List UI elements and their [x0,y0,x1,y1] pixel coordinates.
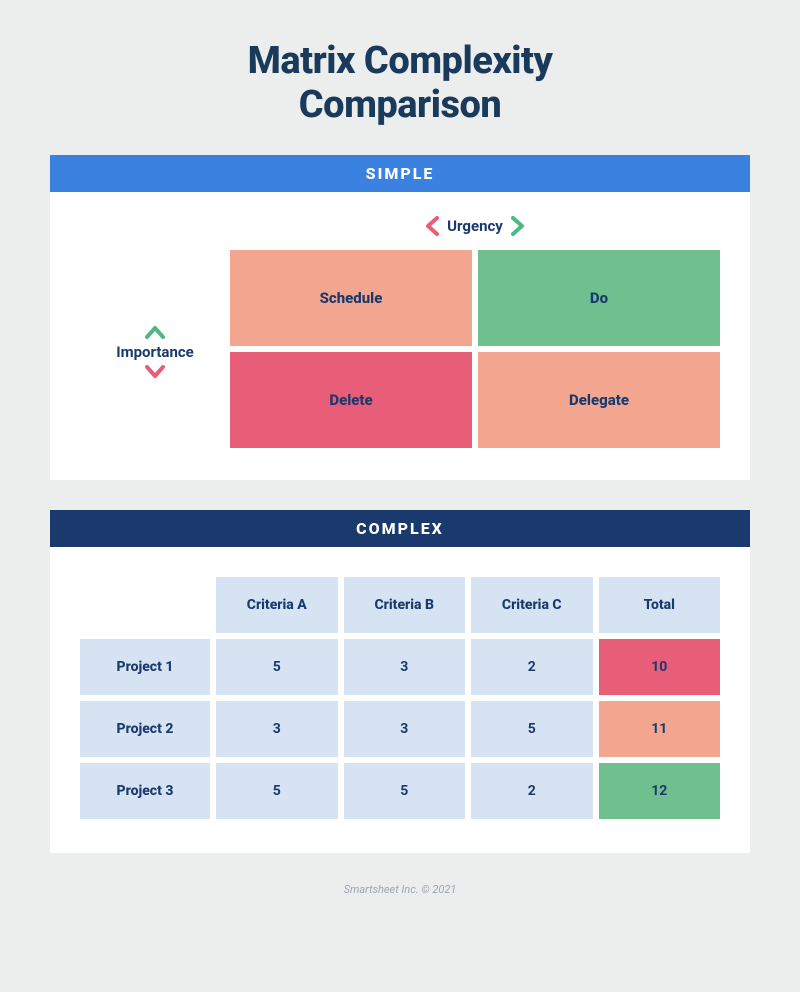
cell-p2-c: 5 [471,701,593,757]
chevron-down-icon [145,365,165,379]
urgency-axis: Urgency [425,216,525,236]
col-header-total: Total [599,577,721,633]
title-line-1: Matrix Complexity [248,39,553,83]
urgency-label: Urgency [447,217,503,235]
row-header-project-1: Project 1 [80,639,210,695]
complex-body: Criteria A Criteria B Criteria C Total P… [50,547,750,853]
cell-p1-total: 10 [599,639,721,695]
quadrant-delete: Delete [230,352,472,448]
simple-body: Importance Urgency Schedule Do Delete De… [50,192,750,480]
complex-table: Criteria A Criteria B Criteria C Total P… [80,577,720,819]
simple-header: SIMPLE [50,155,750,192]
cell-p3-c: 2 [471,763,593,819]
cell-p1-a: 5 [216,639,338,695]
page-title: Matrix Complexity Comparison [50,40,750,127]
quadrant-wrap: Urgency Schedule Do Delete Delegate [230,216,720,448]
cell-p3-total: 12 [599,763,721,819]
quadrant-grid: Schedule Do Delete Delegate [230,250,720,448]
cell-p2-total: 11 [599,701,721,757]
quadrant-schedule: Schedule [230,250,472,346]
footer-copyright: Smartsheet Inc. © 2021 [50,883,750,896]
quadrant-delegate: Delegate [478,352,720,448]
importance-axis: Importance [80,285,230,379]
quadrant-do: Do [478,250,720,346]
cell-p2-a: 3 [216,701,338,757]
cell-p1-c: 2 [471,639,593,695]
col-header-criteria-c: Criteria C [471,577,593,633]
cell-p2-b: 3 [344,701,466,757]
row-header-project-3: Project 3 [80,763,210,819]
complex-panel: COMPLEX Criteria A Criteria B Criteria C… [50,510,750,853]
cell-p3-a: 5 [216,763,338,819]
chevron-right-icon [511,216,525,236]
cell-p3-b: 5 [344,763,466,819]
col-header-criteria-a: Criteria A [216,577,338,633]
simple-panel: SIMPLE Importance Urgency Schedule [50,155,750,480]
chevron-left-icon [425,216,439,236]
complex-header: COMPLEX [50,510,750,547]
importance-label: Importance [116,343,194,361]
chevron-up-icon [145,325,165,339]
row-header-project-2: Project 2 [80,701,210,757]
title-line-2: Comparison [299,83,502,127]
col-header-criteria-b: Criteria B [344,577,466,633]
cell-p1-b: 3 [344,639,466,695]
blank-corner-cell [80,577,210,633]
